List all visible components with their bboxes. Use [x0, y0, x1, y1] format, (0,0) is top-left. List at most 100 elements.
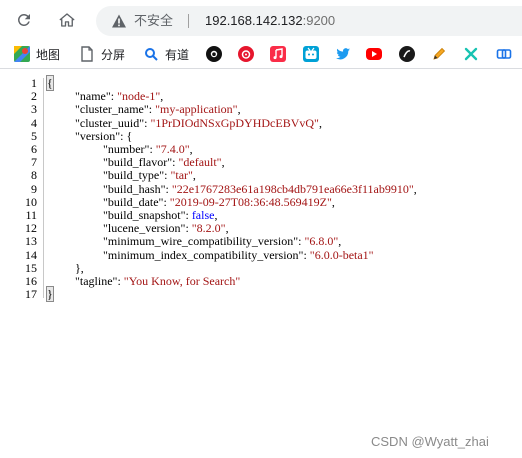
json-key: "version": [75, 128, 121, 143]
code-line: 5 "version": {: [0, 128, 522, 143]
code-text: "build_flavor": "default",: [103, 156, 225, 169]
json-key: "build_date": [103, 194, 164, 209]
json-value: "8.2.0": [191, 221, 226, 236]
separator: [188, 14, 189, 28]
json-value: "node-1": [117, 89, 161, 104]
bookmark-cross[interactable]: [463, 45, 479, 63]
bilibili-icon: [303, 46, 319, 62]
link-icon: [496, 46, 512, 62]
json-comma: ,: [413, 181, 417, 196]
code-text: {: [46, 75, 54, 91]
code-line: 15},: [0, 260, 522, 275]
line-number: 13: [25, 234, 37, 249]
code-text: "cluster_name": "my-application",: [75, 103, 241, 116]
line-number: 11: [25, 208, 37, 222]
json-key: "minimum_wire_compatibility_version": [103, 234, 299, 249]
json-value: "my-application": [155, 102, 238, 117]
code-text: "minimum_index_compatibility_version": "…: [103, 247, 374, 262]
zhihu-icon: [399, 46, 415, 62]
pencil-icon: [431, 46, 447, 62]
code-line: 6 "number": "7.4.0",: [0, 143, 522, 156]
code-text: "build_snapshot": false,: [103, 209, 217, 222]
line-number: 17: [25, 287, 37, 302]
json-comma: ,: [331, 194, 335, 209]
cross-icon: [463, 46, 479, 62]
bookmark-split-screen[interactable]: 分屏: [79, 45, 125, 63]
json-value: "6.8.0": [304, 234, 339, 249]
bookmark-music[interactable]: [270, 45, 286, 63]
warning-icon: [112, 14, 126, 28]
bookmark-weibo[interactable]: [238, 45, 254, 63]
json-comma: ,: [221, 155, 225, 170]
code-text: "tagline": "You Know, for Search": [75, 275, 240, 288]
json-bracket: },: [75, 260, 84, 275]
json-value: "default": [178, 155, 222, 170]
bookmark-pencil[interactable]: [431, 45, 447, 63]
url-port: :9200: [302, 13, 336, 28]
code-text: "build_date": "2019-09-27T08:36:48.56941…: [103, 194, 335, 209]
bookmark-label: 分屏: [101, 47, 126, 62]
bookmark-link[interactable]: [496, 45, 512, 63]
line-number: 7: [31, 155, 37, 170]
json-comma: ,: [189, 142, 193, 156]
line-number: 4: [31, 115, 37, 130]
maps-icon: [14, 46, 30, 62]
url-text[interactable]: 192.168.142.132:9200: [205, 13, 335, 29]
json-value: "1PrDIOdNSxGpDYHDcEBVvQ": [150, 115, 319, 130]
code-line: 7 "build_flavor": "default",: [0, 156, 522, 169]
url-host: 192.168.142.132: [205, 13, 303, 28]
json-value: "6.0.0-beta1": [309, 247, 374, 262]
line-number: 10: [25, 194, 37, 209]
json-key: "build_type": [103, 168, 165, 183]
line-number: 6: [31, 142, 37, 156]
json-key: "name": [75, 89, 111, 104]
security-status[interactable]: 不安全: [134, 13, 173, 29]
twitter-icon: [335, 46, 351, 62]
json-comma: ,: [160, 89, 164, 104]
code-line: 13 "minimum_wire_compatibility_version": …: [0, 235, 522, 248]
bookmark-zhihu[interactable]: [399, 45, 415, 63]
json-comma: ,: [338, 234, 342, 249]
line-number: 1: [31, 76, 37, 90]
json-bracket: }: [46, 286, 54, 303]
github-icon: [206, 46, 222, 62]
code-text: "name": "node-1",: [75, 90, 163, 103]
bookmark-maps[interactable]: 地图: [14, 45, 60, 63]
json-bracket: {: [46, 75, 54, 91]
document-icon: [79, 46, 95, 62]
code-text: "build_hash": "22e1767283e61a198cb4db791…: [103, 181, 417, 196]
bookmark-youdao[interactable]: 有道: [143, 45, 189, 63]
code-text: },: [75, 260, 84, 275]
bookmark-label: 有道: [165, 47, 190, 62]
line-number: 14: [25, 247, 37, 262]
reload-button[interactable]: [11, 7, 37, 33]
code-line: 1{: [0, 75, 522, 91]
json-key: "minimum_index_compatibility_version": [103, 247, 304, 262]
home-button[interactable]: [54, 7, 80, 33]
address-bar[interactable]: 不安全 192.168.142.132:9200: [96, 6, 522, 36]
bookmarks-bar: 地图 分屏 有道: [0, 40, 522, 69]
json-key: "build_snapshot": [103, 208, 186, 222]
code-line: 2 "name": "node-1",: [0, 90, 522, 103]
code-text: "build_type": "tar",: [103, 169, 196, 182]
code-text: "number": "7.4.0",: [103, 143, 193, 156]
line-number: 3: [31, 102, 37, 117]
json-comma: ,: [192, 168, 196, 183]
bookmark-bilibili[interactable]: [303, 45, 319, 63]
json-comma: ,: [225, 221, 229, 236]
line-number: 5: [31, 128, 37, 143]
bookmark-youtube[interactable]: [366, 45, 382, 63]
json-value: "tar": [170, 168, 193, 183]
json-value: "You Know, for Search": [123, 274, 241, 288]
json-value: "7.4.0": [155, 142, 190, 156]
code-line: 11 "build_snapshot": false,: [0, 209, 522, 222]
line-number: 8: [31, 168, 37, 183]
music-icon: [270, 46, 286, 62]
home-icon: [59, 13, 75, 27]
bookmark-github[interactable]: [206, 45, 222, 63]
json-key: "cluster_uuid": [75, 115, 145, 130]
watermark: CSDN @Wyatt_zhai: [371, 434, 489, 449]
code-line: 17}: [0, 286, 522, 303]
json-comma: ,: [318, 115, 322, 130]
bookmark-twitter[interactable]: [335, 45, 351, 63]
